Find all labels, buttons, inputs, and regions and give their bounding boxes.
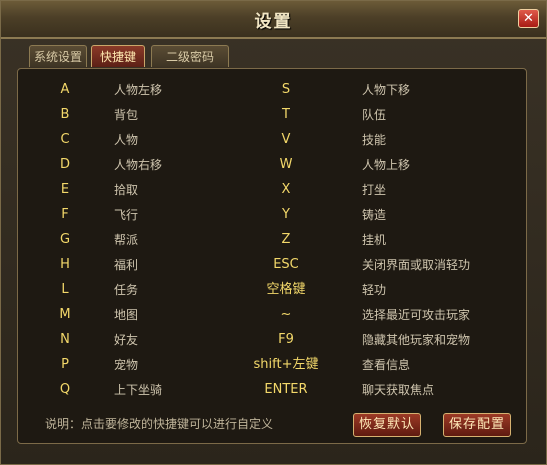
hotkey-key[interactable]: Z [238, 228, 334, 252]
hotkey-action: 队伍 [362, 108, 387, 122]
hotkey-action: 人物下移 [362, 83, 411, 97]
hotkey-action: 打坐 [362, 183, 387, 197]
hotkey-key[interactable]: M [50, 303, 80, 327]
hotkey-key[interactable]: X [238, 178, 334, 202]
hotkey-key[interactable]: S [238, 78, 334, 102]
hotkey-action: 轻功 [362, 283, 387, 297]
hotkey-key[interactable]: H [50, 253, 80, 277]
hotkey-panel: A 人物左移 S 人物下移 B 背包 T 队伍 C 人物 V 技能 D 人物右移 W 人物上移 E 拾取 X 打坐 F 飞… [17, 68, 527, 444]
restore-default-button[interactable]: 恢复默认 [353, 413, 421, 437]
hotkey-row: H 福利 ESC 关闭界面或取消轻功 [18, 253, 528, 277]
hotkey-key[interactable]: A [50, 78, 80, 102]
hotkey-action: 人物 [114, 133, 139, 147]
hotkey-key[interactable]: F [50, 203, 80, 227]
hotkey-row: E 拾取 X 打坐 [18, 178, 528, 202]
hotkey-key[interactable]: D [50, 153, 80, 177]
hotkey-row: A 人物左移 S 人物下移 [18, 78, 528, 102]
hotkey-action: 好友 [114, 333, 139, 347]
hotkey-action: 地图 [114, 308, 139, 322]
hotkey-action: 任务 [114, 283, 139, 297]
hotkey-row: L 任务 空格键 轻功 [18, 278, 528, 302]
hotkey-key[interactable]: T [238, 103, 334, 127]
hotkey-key[interactable]: ENTER [238, 378, 334, 402]
hotkey-key[interactable]: E [50, 178, 80, 202]
hotkey-key[interactable]: N [50, 328, 80, 352]
hotkey-key[interactable]: L [50, 278, 80, 302]
settings-window: 设置 ✕ 系统设置 快捷键 二级密码 A 人物左移 S 人物下移 B 背包 T 队伍 C 人物 V 技… [0, 0, 547, 465]
hotkey-action: 查看信息 [362, 358, 411, 372]
hotkey-key[interactable]: Q [50, 378, 80, 402]
title-bar[interactable]: 设置 ✕ [1, 1, 546, 39]
tab-system-settings[interactable]: 系统设置 [29, 45, 87, 67]
hotkey-key[interactable]: ESC [238, 253, 334, 277]
hotkey-row: B 背包 T 队伍 [18, 103, 528, 127]
hotkey-row: G 帮派 Z 挂机 [18, 228, 528, 252]
hotkey-key[interactable]: F9 [238, 328, 334, 352]
hotkey-action: 聊天获取焦点 [362, 383, 435, 397]
hotkey-row: C 人物 V 技能 [18, 128, 528, 152]
hotkey-key[interactable]: 空格键 [238, 278, 334, 302]
hotkey-action: 背包 [114, 108, 139, 122]
hotkey-action: 飞行 [114, 208, 139, 222]
window-title: 设置 [254, 12, 293, 32]
tab-hotkeys[interactable]: 快捷键 [91, 45, 145, 67]
hotkey-row: F 飞行 Y 铸造 [18, 203, 528, 227]
hotkey-action: 技能 [362, 133, 387, 147]
close-icon[interactable]: ✕ [518, 9, 539, 28]
hotkey-row: D 人物右移 W 人物上移 [18, 153, 528, 177]
hotkey-key[interactable]: C [50, 128, 80, 152]
hotkey-row: N 好友 F9 隐藏其他玩家和宠物 [18, 328, 528, 352]
instruction-note: 说明：点击要修改的快捷键可以进行自定义 [45, 417, 274, 431]
hotkey-action: 挂机 [362, 233, 387, 247]
tab-secondary-password[interactable]: 二级密码 [151, 45, 229, 67]
hotkey-key[interactable]: B [50, 103, 80, 127]
hotkey-action: 上下坐骑 [114, 383, 163, 397]
hotkey-action: 选择最近可攻击玩家 [362, 308, 471, 322]
hotkey-key[interactable]: ~ [238, 303, 334, 327]
hotkey-key[interactable]: G [50, 228, 80, 252]
hotkey-action: 福利 [114, 258, 139, 272]
hotkey-action: 铸造 [362, 208, 387, 222]
hotkey-row: M 地图 ~ 选择最近可攻击玩家 [18, 303, 528, 327]
hotkey-action: 人物上移 [362, 158, 411, 172]
save-config-button[interactable]: 保存配置 [443, 413, 511, 437]
hotkey-key[interactable]: V [238, 128, 334, 152]
hotkey-action: 人物右移 [114, 158, 163, 172]
hotkey-action: 隐藏其他玩家和宠物 [362, 333, 471, 347]
hotkey-key[interactable]: P [50, 353, 80, 377]
hotkey-action: 拾取 [114, 183, 139, 197]
hotkey-key[interactable]: W [238, 153, 334, 177]
hotkey-key[interactable]: shift+左键 [238, 353, 334, 377]
hotkey-action: 关闭界面或取消轻功 [362, 258, 471, 272]
hotkey-action: 人物左移 [114, 83, 163, 97]
hotkey-key[interactable]: Y [238, 203, 334, 227]
hotkey-row: P 宠物 shift+左键 查看信息 [18, 353, 528, 377]
hotkey-row: Q 上下坐骑 ENTER 聊天获取焦点 [18, 378, 528, 402]
hotkey-action: 宠物 [114, 358, 139, 372]
hotkey-action: 帮派 [114, 233, 139, 247]
